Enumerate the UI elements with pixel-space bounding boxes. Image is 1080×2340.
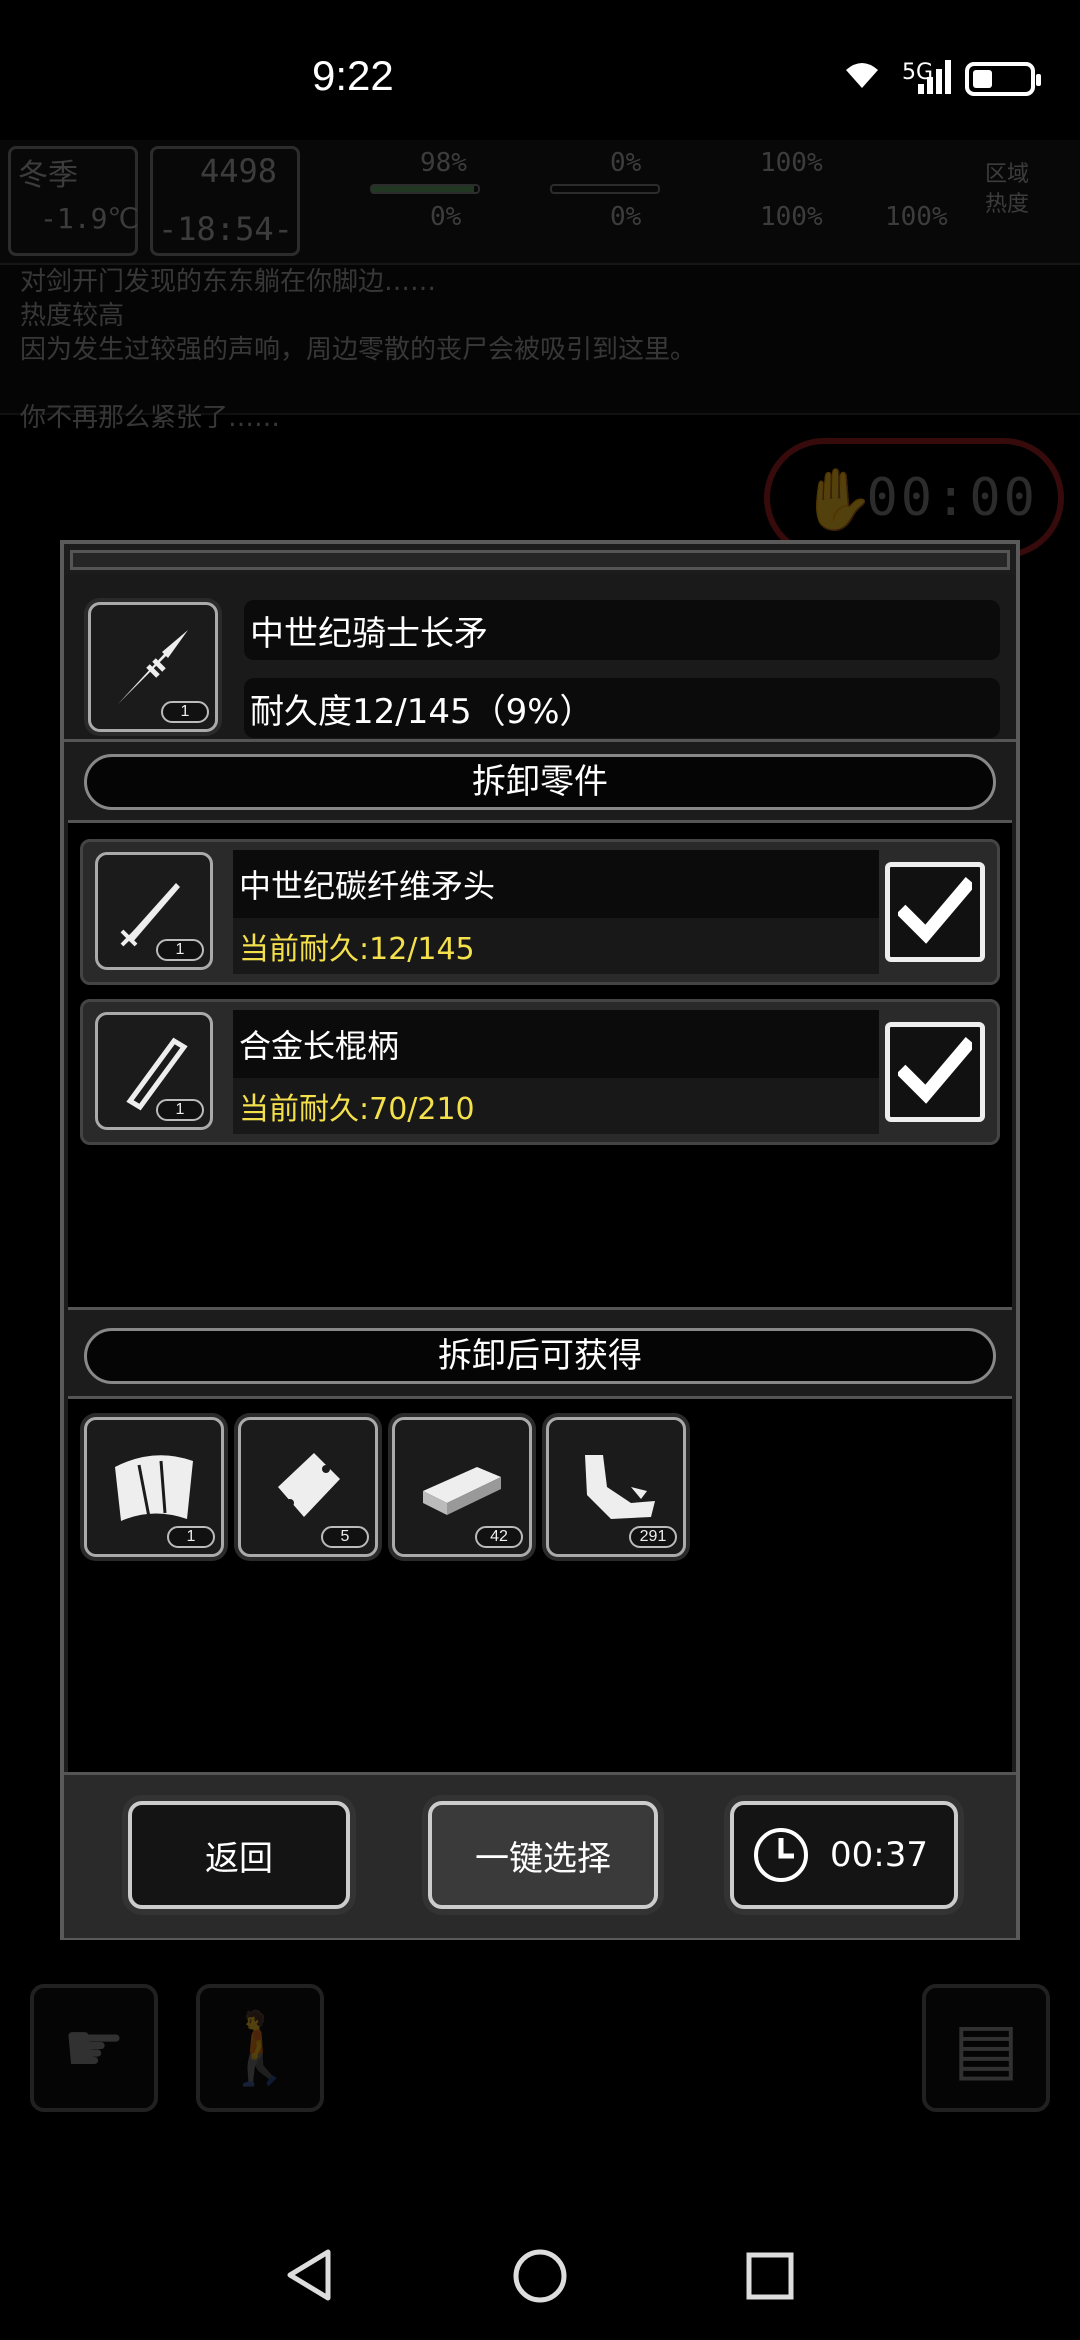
season-label: 冬季 <box>18 158 78 193</box>
back-nav-button[interactable] <box>284 2248 334 2306</box>
game-hud: 冬季 -1.9℃ 4498 -18:54- 98% 0% 0% 0% 100% … <box>0 140 1080 265</box>
part-checkbox[interactable] <box>885 1022 985 1122</box>
recents-nav-button[interactable] <box>746 2252 794 2304</box>
parts-section-title: 拆卸零件 <box>84 754 996 810</box>
part-durability: 当前耐久:70/210 <box>233 1078 879 1134</box>
log-line: 对剑开门发现的东东躺在你脚边…… <box>20 267 437 297</box>
timer-label: 00:37 <box>830 1835 928 1875</box>
navigation-bar <box>0 2200 1080 2340</box>
storage-button[interactable]: ▤ <box>922 1984 1050 2112</box>
dialog-top-strip <box>70 550 1010 570</box>
parts-list: 1 中世纪碳纤维矛头 当前耐久:12/145 1 合金长棍柄 当前耐久:70/2… <box>68 820 1012 1310</box>
gain-count: 291 <box>629 1526 677 1548</box>
status-time: 9:22 <box>312 52 394 99</box>
item-durability: 耐久度12/145（9%） <box>244 678 1000 738</box>
wifi-icon <box>842 58 882 100</box>
checkmark-icon <box>898 1036 972 1104</box>
part-checkbox[interactable] <box>885 862 985 962</box>
energy-pct: 100% <box>885 202 948 232</box>
walk-button[interactable]: 🚶 <box>196 1984 324 2112</box>
interact-button[interactable]: ☛ <box>30 1984 158 2112</box>
gain-item[interactable]: 291 <box>546 1417 686 1557</box>
item-header: 1 中世纪骑士长矛 耐久度12/145（9%） <box>64 574 1016 742</box>
gain-item[interactable]: 42 <box>392 1417 532 1557</box>
part-row[interactable]: 1 中世纪碳纤维矛头 当前耐久:12/145 <box>80 839 1000 985</box>
mood-pct: 100% <box>760 202 823 232</box>
temperature-label: -1.9℃ <box>40 202 139 235</box>
gain-count: 42 <box>475 1526 523 1548</box>
part-icon-box: 1 <box>95 852 213 970</box>
log-line: 热度较高 <box>20 301 125 331</box>
event-log: 对剑开门发现的东东躺在你脚边…… 热度较高 因为发生过较强的声响，周边零散的丧尸… <box>0 265 1080 433</box>
gain-count: 1 <box>167 1526 215 1548</box>
checkmark-icon <box>898 876 972 944</box>
zombie-hand-icon: ✋ <box>800 465 875 535</box>
gain-section-title: 拆卸后可获得 <box>84 1328 996 1384</box>
cabinet-icon: ▤ <box>952 2007 1020 2089</box>
start-timer-button[interactable]: 00:37 <box>730 1801 958 1909</box>
part-name: 中世纪碳纤维矛头 <box>233 850 879 918</box>
health-bar <box>370 184 480 194</box>
home-nav-button[interactable] <box>512 2248 568 2308</box>
back-button[interactable]: 返回 <box>128 1801 350 1909</box>
gain-count: 5 <box>321 1526 369 1548</box>
disassemble-dialog: 1 中世纪骑士长矛 耐久度12/145（9%） 拆卸零件 1 中世纪碳纤维矛头 … <box>60 540 1020 1940</box>
part-count: 1 <box>156 1099 204 1121</box>
log-line: 因为发生过较强的声响，周边零散的丧尸会被吸引到这里。 <box>20 335 697 365</box>
health-pct: 98% <box>420 148 467 178</box>
walking-icon: 🚶 <box>216 2006 304 2089</box>
gain-item[interactable]: 5 <box>238 1417 378 1557</box>
part-durability: 当前耐久:12/145 <box>233 918 879 974</box>
item-count: 1 <box>161 701 209 723</box>
part-count: 1 <box>156 939 204 961</box>
dialog-footer: 返回 一键选择 00:37 <box>64 1772 1016 1938</box>
part-icon-box: 1 <box>95 1012 213 1130</box>
select-all-button[interactable]: 一键选择 <box>428 1801 658 1909</box>
clock-icon <box>752 1826 810 1884</box>
hunger-pct: 0% <box>610 148 642 178</box>
alarm-timer: 00:00 <box>866 468 1038 528</box>
hand-pointer-icon: ☛ <box>62 2007 126 2089</box>
hunger-bar <box>550 184 660 194</box>
item-name: 中世纪骑士长矛 <box>244 600 1000 660</box>
part-name: 合金长棍柄 <box>233 1010 879 1078</box>
game-clock: -18:54- <box>158 210 293 248</box>
battery-icon <box>965 62 1041 96</box>
status-bar: 9:22 5G <box>0 0 1080 150</box>
gain-list: 1 5 42 291 <box>68 1396 1012 1772</box>
blood-pct: 0% <box>610 202 642 232</box>
item-icon-box[interactable]: 1 <box>88 602 218 732</box>
cell-signal-icon <box>918 60 954 94</box>
heat-label: 热度 <box>985 192 1030 217</box>
zone-label: 区域 <box>985 162 1030 187</box>
log-line: 你不再那么紧张了…… <box>20 403 281 433</box>
bleed-pct: 0% <box>430 202 462 232</box>
gain-item[interactable]: 1 <box>84 1417 224 1557</box>
day-counter: 4498 <box>200 152 278 190</box>
stat3-pct: 100% <box>760 148 823 178</box>
part-row[interactable]: 1 合金长棍柄 当前耐久:70/210 <box>80 999 1000 1145</box>
